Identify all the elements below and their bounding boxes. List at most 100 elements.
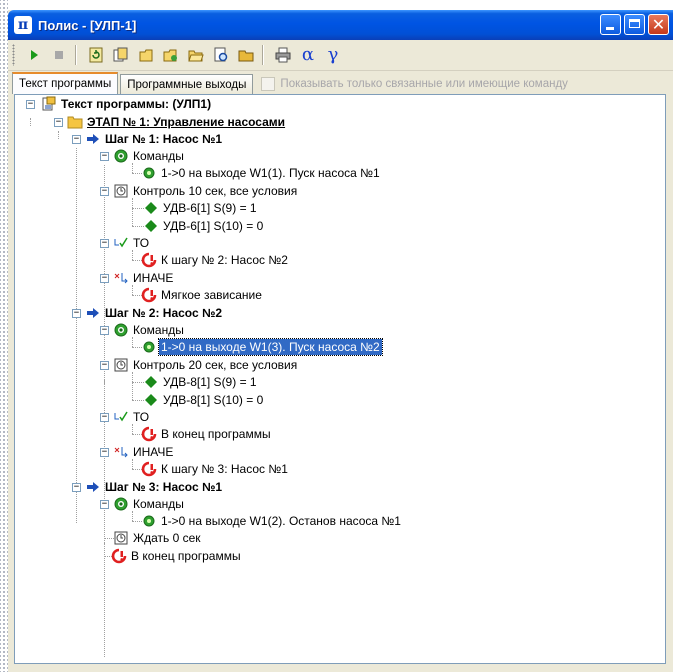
condition-diamond-icon — [143, 374, 159, 390]
tree-else[interactable]: ИНАЧЕ — [113, 443, 175, 461]
collapse-toggle[interactable]: − — [100, 361, 109, 370]
tree-line — [132, 285, 133, 295]
refresh-icon — [89, 47, 103, 63]
tree-command-label: 1->0 на выходе W1(3). Пуск насоса №2 — [158, 338, 383, 356]
end-program-icon — [111, 548, 127, 564]
folder-button[interactable] — [235, 44, 257, 66]
print-button[interactable] — [272, 44, 294, 66]
tree-line — [76, 148, 77, 523]
filter-checkbox-row[interactable]: Показывать только связанные или имеющие … — [261, 74, 568, 94]
toolbar-grip[interactable] — [12, 44, 15, 66]
condition-diamond-icon — [143, 218, 159, 234]
tree-action[interactable]: Мягкое зависание — [141, 286, 264, 304]
collapse-toggle[interactable]: − — [100, 274, 109, 283]
tree-action[interactable]: К шагу № 3: Насос №1 — [141, 460, 290, 478]
tree-commands[interactable]: Команды — [113, 147, 186, 165]
tree-action[interactable]: К шагу № 2: Насос №2 — [141, 251, 290, 269]
maximize-icon — [629, 19, 640, 28]
tree-action-label: К шагу № 2: Насос №2 — [161, 253, 288, 267]
tree-condition[interactable]: УДВ-6[1] S(9) = 1 — [143, 199, 259, 217]
tree-control[interactable]: Контроль 20 сек, все условия — [113, 356, 299, 374]
collapse-toggle[interactable]: − — [100, 187, 109, 196]
refresh-button[interactable] — [85, 44, 107, 66]
title-bar[interactable]: π Полис - [УЛП-1] ✕ — [8, 10, 673, 40]
tree-action[interactable]: В конец программы — [141, 425, 273, 443]
stop-button[interactable] — [48, 44, 70, 66]
command-output-icon — [141, 165, 157, 181]
play-icon — [31, 50, 38, 60]
tree-else[interactable]: ИНАЧЕ — [113, 269, 175, 287]
tree-command-label: 1->0 на выходе W1(1). Пуск насоса №1 — [161, 166, 380, 180]
tree-action-label: К шагу № 3: Насос №1 — [161, 462, 288, 476]
collapse-toggle[interactable]: − — [72, 309, 81, 318]
tree-step-3-label: Шаг № 3: Насос №1 — [105, 480, 223, 494]
open-button[interactable] — [185, 44, 207, 66]
condition-diamond-icon — [143, 200, 159, 216]
tree-wait-label: Ждать 0 сек — [133, 531, 201, 545]
tab-program-text[interactable]: Текст программы — [12, 72, 119, 94]
program-tree[interactable]: − Текст программы: (УЛП1) − ЭТАП № 1: Уп… — [14, 94, 666, 664]
timer-icon — [113, 357, 129, 373]
collapse-toggle[interactable]: − — [72, 483, 81, 492]
gamma-button[interactable]: γ — [322, 44, 344, 66]
tree-command[interactable]: 1->0 на выходе W1(1). Пуск насоса №1 — [141, 164, 382, 182]
collapse-toggle[interactable]: − — [100, 413, 109, 422]
tree-condition[interactable]: УДВ-6[1] S(10) = 0 — [143, 217, 265, 235]
tree-line — [30, 118, 31, 126]
collapse-toggle[interactable]: − — [100, 152, 109, 161]
new-button[interactable] — [135, 44, 157, 66]
close-icon: ✕ — [651, 15, 666, 34]
tree-control[interactable]: Контроль 10 сек, все условия — [113, 182, 299, 200]
toolbar-separator — [75, 45, 77, 65]
timer-icon — [113, 183, 129, 199]
folder-icon — [238, 50, 254, 62]
open-icon — [188, 50, 204, 62]
paste-button[interactable] — [160, 44, 182, 66]
tree-command[interactable]: 1->0 на выходе W1(2). Останов насоса №1 — [141, 512, 403, 530]
tree-line — [58, 131, 59, 139]
collapse-toggle[interactable]: − — [100, 326, 109, 335]
tree-step-2[interactable]: Шаг № 2: Насос №2 — [85, 304, 224, 322]
tree-step-1[interactable]: Шаг № 1: Насос №1 — [85, 130, 224, 148]
condition-diamond-icon — [143, 392, 159, 408]
tree-commands[interactable]: Команды — [113, 495, 186, 513]
tree-command-selected[interactable]: 1->0 на выходе W1(3). Пуск насоса №2 — [141, 338, 383, 356]
filter-checkbox-label: Показывать только связанные или имеющие … — [280, 78, 568, 90]
alpha-button[interactable]: α — [297, 44, 319, 66]
tree-wait[interactable]: Ждать 0 сек — [113, 529, 203, 547]
tree-end[interactable]: В конец программы — [111, 547, 243, 565]
collapse-toggle[interactable]: − — [100, 500, 109, 509]
app-pi-icon: π — [14, 16, 32, 34]
close-button[interactable]: ✕ — [648, 14, 669, 35]
left-dock-grip — [0, 0, 8, 672]
tab-program-outputs[interactable]: Программные выходы — [120, 74, 254, 94]
timer-icon — [113, 530, 129, 546]
collapse-toggle[interactable]: − — [100, 239, 109, 248]
tree-condition[interactable]: УДВ-8[1] S(9) = 1 — [143, 373, 259, 391]
collapse-toggle[interactable]: − — [26, 100, 35, 109]
maximize-button[interactable] — [624, 14, 645, 35]
tree-commands[interactable]: Команды — [113, 321, 186, 339]
print-preview-button[interactable] — [210, 44, 232, 66]
collapse-toggle[interactable]: − — [72, 135, 81, 144]
step-arrow-icon — [85, 131, 101, 147]
tree-then-label: ТО — [133, 410, 150, 424]
tree-root[interactable]: Текст программы: (УЛП1) — [41, 95, 213, 113]
paste-icon — [163, 49, 177, 62]
tree-condition-label: УДВ-8[1] S(10) = 0 — [163, 393, 264, 407]
collapse-toggle[interactable]: − — [54, 118, 63, 127]
tree-stage[interactable]: ЭТАП № 1: Управление насосами — [67, 113, 287, 131]
copy-button[interactable] — [110, 44, 132, 66]
minimize-button[interactable] — [600, 14, 621, 35]
play-button[interactable] — [23, 44, 45, 66]
else-cross-icon — [113, 270, 129, 286]
tree-else-label: ИНАЧЕ — [133, 271, 174, 285]
collapse-toggle[interactable]: − — [100, 448, 109, 457]
tree-stage-label: ЭТАП № 1: Управление насосами — [87, 115, 286, 129]
tree-line — [132, 198, 133, 226]
commands-icon — [113, 322, 129, 338]
window-title: Полис - [УЛП-1] — [38, 17, 137, 33]
tree-step-3[interactable]: Шаг № 3: Насос №1 — [85, 478, 224, 496]
filter-checkbox[interactable] — [261, 77, 276, 91]
tree-condition[interactable]: УДВ-8[1] S(10) = 0 — [143, 391, 265, 409]
